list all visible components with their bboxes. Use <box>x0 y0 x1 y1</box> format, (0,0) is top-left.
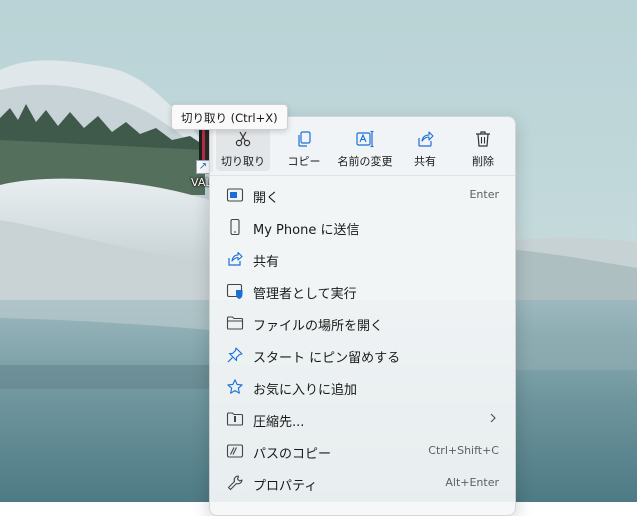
context-menu: 切り取り コピー 名前の変更 共有 削除 開く Enter My Phone に… <box>209 116 516 516</box>
menu-item-label: スタート にピン留めする <box>253 351 401 366</box>
menu-item-copy-path[interactable]: パスのコピー Ctrl+Shift+C <box>214 435 511 467</box>
menu-item-properties[interactable]: プロパティ Alt+Enter <box>214 467 511 499</box>
admin-shield-icon <box>226 283 243 299</box>
menu-item-label: 圧縮先... <box>253 415 305 430</box>
cut-label: 切り取り <box>221 155 265 168</box>
menu-item-open-file-location[interactable]: ファイルの場所を開く <box>214 307 511 339</box>
open-icon <box>226 188 244 202</box>
menu-item-add-to-favorites[interactable]: お気に入りに追加 <box>214 371 511 403</box>
menu-item-label: 共有 <box>253 255 280 270</box>
copy-path-icon <box>226 444 244 458</box>
rename-icon <box>356 130 374 148</box>
menu-item-shortcut: Ctrl+Shift+C <box>428 444 499 457</box>
menu-item-share[interactable]: 共有 <box>214 243 511 275</box>
chevron-right-icon <box>490 413 496 423</box>
menu-item-label: ファイルの場所を開く <box>253 319 384 334</box>
menu-item-compress-to[interactable]: 圧縮先... <box>214 403 511 435</box>
trash-icon <box>476 131 490 147</box>
zip-folder-icon <box>226 412 244 426</box>
delete-button[interactable]: 削除 <box>458 121 508 171</box>
copy-label: コピー <box>287 155 321 168</box>
copy-icon <box>298 131 311 147</box>
menu-item-pin-to-start[interactable]: スタート にピン留めする <box>214 339 511 371</box>
menu-item-shortcut: Alt+Enter <box>445 476 499 489</box>
share-icon <box>228 251 243 266</box>
shortcut-arrow-icon: ↗ <box>196 160 210 174</box>
share-icon <box>418 131 434 147</box>
scissors-icon <box>235 131 251 147</box>
pin-icon <box>227 347 243 363</box>
menu-item-send-to-phone[interactable]: My Phone に送信 <box>214 211 511 243</box>
menu-item-label: プロパティ <box>253 479 318 494</box>
share-button[interactable]: 共有 <box>400 121 450 171</box>
menu-item-label: My Phone に送信 <box>253 223 360 238</box>
share-label: 共有 <box>414 155 436 168</box>
delete-label: 削除 <box>472 155 494 168</box>
phone-icon <box>230 218 240 236</box>
wrench-icon <box>227 475 243 491</box>
menu-item-run-as-admin[interactable]: 管理者として実行 <box>214 275 511 307</box>
rename-button[interactable]: 名前の変更 <box>332 121 398 171</box>
menu-item-shortcut: Enter <box>469 188 499 201</box>
star-icon <box>227 379 243 394</box>
menu-item-open[interactable]: 開く Enter <box>214 179 511 211</box>
menu-item-label: パスのコピー <box>253 447 332 462</box>
menu-item-label: お気に入りに追加 <box>253 383 358 398</box>
cut-tooltip: 切り取り (Ctrl+X) <box>171 104 288 130</box>
rename-label: 名前の変更 <box>337 155 393 168</box>
folder-icon <box>226 316 244 330</box>
menu-item-label: 管理者として実行 <box>253 287 357 302</box>
menu-item-label: 開く <box>253 191 280 206</box>
context-menu-items: 開く Enter My Phone に送信 共有 管理者として実行 ファイルの場… <box>210 179 515 499</box>
